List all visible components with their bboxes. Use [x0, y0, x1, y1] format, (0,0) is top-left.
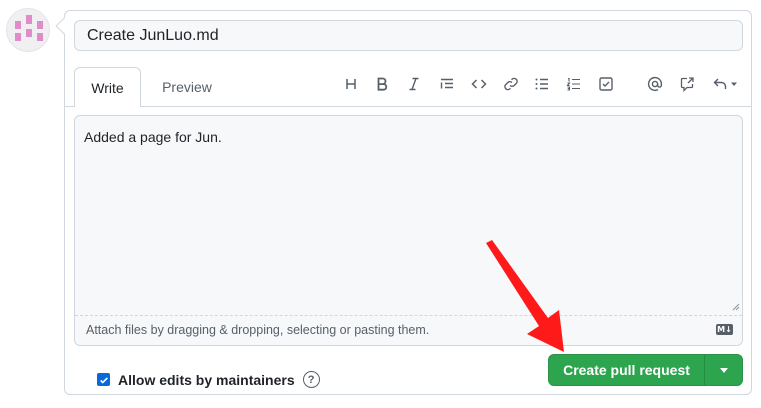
comment-body-text[interactable]: Added a page for Jun.	[84, 129, 222, 145]
numbered-list-icon[interactable]	[562, 72, 586, 96]
help-icon[interactable]: ?	[302, 371, 320, 388]
tabs-divider	[64, 106, 752, 107]
mention-icon[interactable]	[643, 72, 667, 96]
comment-body-textarea[interactable]: Added a page for Jun. Attach files by dr…	[74, 115, 743, 346]
heading-icon[interactable]	[339, 72, 363, 96]
create-pull-request-button[interactable]: Create pull request	[549, 355, 704, 385]
link-icon[interactable]	[499, 72, 523, 96]
task-list-icon[interactable]	[594, 72, 618, 96]
check-icon	[99, 376, 108, 384]
chevron-down-icon	[731, 82, 737, 86]
markdown-icon[interactable]: M↓	[716, 324, 733, 335]
attach-divider	[75, 315, 742, 316]
code-icon[interactable]	[467, 72, 491, 96]
button-separator	[704, 355, 705, 385]
attach-files-hint[interactable]: Attach files by dragging & dropping, sel…	[86, 323, 429, 337]
tab-preview[interactable]: Preview	[150, 67, 224, 107]
cross-reference-icon[interactable]	[675, 72, 699, 96]
resize-handle-icon[interactable]	[731, 302, 740, 311]
annotation-arrow-icon	[486, 240, 564, 352]
allow-edits-checkbox[interactable]	[97, 373, 110, 386]
reply-icon[interactable]	[708, 72, 742, 96]
quote-icon[interactable]	[435, 72, 459, 96]
create-options-dropdown[interactable]	[705, 355, 742, 385]
create-pull-request-button-group: Create pull request	[548, 354, 743, 386]
allow-edits-label[interactable]: Allow edits by maintainers	[118, 372, 295, 388]
bold-icon[interactable]	[370, 72, 394, 96]
italic-icon[interactable]	[402, 72, 426, 96]
allow-edits-row: Allow edits by maintainers ?	[97, 371, 320, 388]
bulleted-list-icon[interactable]	[530, 72, 554, 96]
title-input[interactable]	[74, 20, 743, 51]
tab-write[interactable]: Write	[74, 67, 141, 107]
triangle-down-icon	[719, 368, 728, 373]
avatar[interactable]	[6, 8, 50, 52]
